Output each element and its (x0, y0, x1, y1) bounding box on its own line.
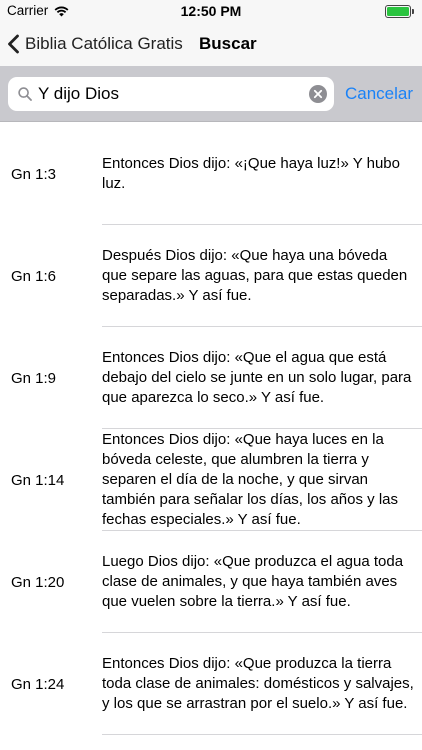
verse-reference: Gn 1:20 (11, 573, 65, 591)
page-title: Buscar (199, 34, 257, 53)
verse-text: Entonces Dios dijo: «Que haya luces en l… (102, 431, 398, 528)
results-list: Gn 1:3 Entonces Dios dijo: «¡Que haya luz… (0, 123, 422, 735)
result-row[interactable]: Gn 1:9 Entonces Dios dijo: «Que el agua q… (0, 327, 422, 429)
verse-reference: Gn 1:14 (11, 471, 65, 489)
back-button[interactable]: Biblia Católica Gratis (6, 22, 183, 66)
search-input[interactable]: Y dijo Dios (8, 77, 334, 111)
result-row[interactable]: Gn 1:24 Entonces Dios dijo: «Que produzca… (0, 633, 422, 735)
status-bar: Carrier 12:50 PM (0, 0, 422, 22)
clear-icon[interactable] (309, 85, 327, 103)
verse-reference: Gn 1:6 (11, 267, 57, 285)
result-row[interactable]: Gn 1:20 Luego Dios dijo: «Que produzca el… (0, 531, 422, 633)
status-time: 12:50 PM (180, 3, 242, 19)
result-row[interactable]: Gn 1:14 Entonces Dios dijo: «Que haya luc… (0, 429, 422, 531)
battery-tip (412, 9, 414, 14)
verse-text: Luego Dios dijo: «Que produzca el agua t… (102, 553, 404, 610)
battery-level (387, 7, 409, 16)
verse-reference: Gn 1:24 (11, 675, 65, 693)
verse-text: Entonces Dios dijo: «Que produzca la tie… (102, 655, 414, 712)
verse-text: Entonces Dios dijo: «¡Que haya luz!» Y h… (102, 155, 400, 192)
back-button-label: Biblia Católica Gratis (25, 34, 183, 53)
cancel-button[interactable]: Cancelar (345, 66, 413, 122)
result-row[interactable]: Gn 1:3 Entonces Dios dijo: «¡Que haya luz… (0, 123, 422, 225)
battery-body (385, 5, 411, 18)
search-icon (18, 87, 32, 101)
result-row[interactable]: Gn 1:6 Después Dios dijo: «Que haya una b… (0, 225, 422, 327)
verse-text: Entonces Dios dijo: «Que el agua que est… (102, 349, 412, 406)
battery-icon (385, 5, 415, 18)
chevron-left-icon (8, 34, 19, 54)
navigation-bar: Biblia Católica Gratis Buscar (0, 22, 422, 66)
verse-text: Después Dios dijo: «Que haya una bóveda … (102, 247, 408, 304)
search-input-value: Y dijo Dios (38, 84, 119, 103)
search-bar: Y dijo Dios Cancelar (0, 66, 422, 122)
verse-reference: Gn 1:9 (11, 369, 57, 387)
row-separator (102, 734, 422, 735)
verse-reference: Gn 1:3 (11, 165, 57, 183)
